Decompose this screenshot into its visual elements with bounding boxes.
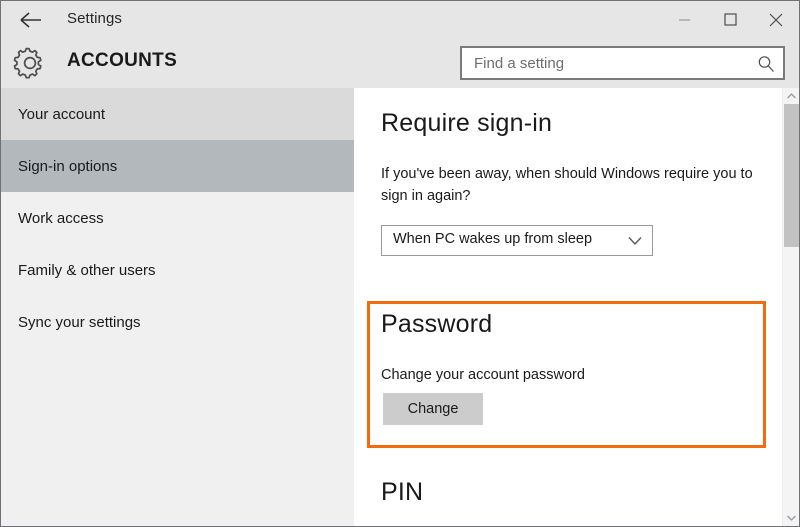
sidebar-item-work-access[interactable]: Work access xyxy=(1,192,354,244)
back-button[interactable] xyxy=(9,3,53,36)
sidebar-item-your-account[interactable]: Your account xyxy=(1,88,354,140)
sidebar-item-family-other-users[interactable]: Family & other users xyxy=(1,244,354,296)
sidebar-item-sync-your-settings[interactable]: Sync your settings xyxy=(1,296,354,348)
sidebar-item-label: Family & other users xyxy=(18,261,156,279)
sidebar-item-label: Sync your settings xyxy=(18,313,141,331)
change-password-button[interactable]: Change xyxy=(383,393,483,425)
require-signin-heading: Require sign-in xyxy=(381,109,553,137)
scroll-up-arrow-icon[interactable] xyxy=(783,88,799,104)
dropdown-selected-value: When PC wakes up from sleep xyxy=(393,231,593,247)
require-signin-dropdown[interactable]: When PC wakes up from sleep xyxy=(381,225,653,256)
maximize-icon xyxy=(723,13,737,26)
window-controls xyxy=(661,1,799,38)
password-description: Change your account password xyxy=(381,367,585,383)
gear-icon xyxy=(13,46,47,80)
search-input[interactable]: Find a setting xyxy=(460,46,785,80)
header-band: ACCOUNTS Find a setting xyxy=(1,38,799,88)
sidebar-item-label: Work access xyxy=(18,209,104,227)
pin-heading: PIN xyxy=(381,478,424,506)
content-pane: Require sign-in If you've been away, whe… xyxy=(354,88,799,526)
close-icon xyxy=(769,13,783,27)
sidebar-item-label: Your account xyxy=(18,105,106,123)
content-scrollbar[interactable] xyxy=(782,88,799,526)
sidebar-item-sign-in-options[interactable]: Sign-in options xyxy=(1,140,354,192)
sidebar: Your account Sign-in options Work access… xyxy=(1,88,354,526)
password-heading: Password xyxy=(381,310,493,338)
settings-window: Settings ACCOUNTS Find a setting Your ac… xyxy=(0,0,800,527)
sidebar-item-label: Sign-in options xyxy=(18,157,118,175)
close-button[interactable] xyxy=(753,1,799,38)
scroll-down-arrow-icon[interactable] xyxy=(783,510,799,526)
minimize-button[interactable] xyxy=(661,1,707,38)
minimize-icon xyxy=(678,14,691,25)
search-placeholder: Find a setting xyxy=(474,55,565,72)
search-icon[interactable] xyxy=(757,55,775,73)
scrollbar-thumb[interactable] xyxy=(784,104,799,247)
page-title: ACCOUNTS xyxy=(67,50,178,71)
maximize-button[interactable] xyxy=(707,1,753,38)
back-arrow-icon xyxy=(19,11,43,29)
require-signin-description: If you've been away, when should Windows… xyxy=(381,166,753,205)
title-bar: Settings xyxy=(1,1,799,38)
window-title: Settings xyxy=(67,10,122,27)
chevron-down-icon xyxy=(628,236,642,246)
